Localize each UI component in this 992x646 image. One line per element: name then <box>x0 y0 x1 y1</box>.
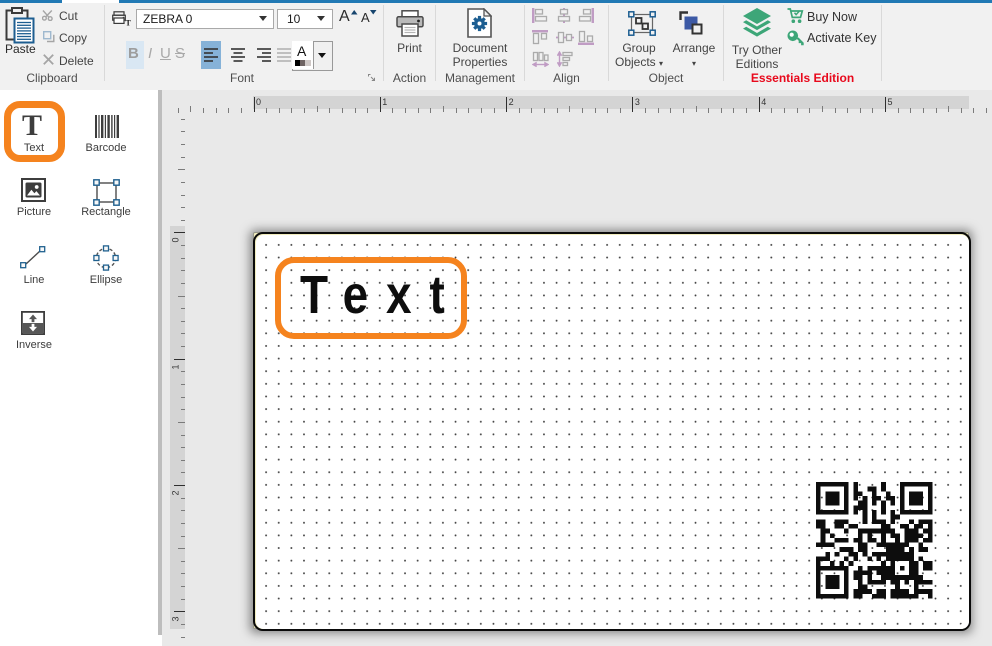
svg-text:T: T <box>126 19 132 27</box>
